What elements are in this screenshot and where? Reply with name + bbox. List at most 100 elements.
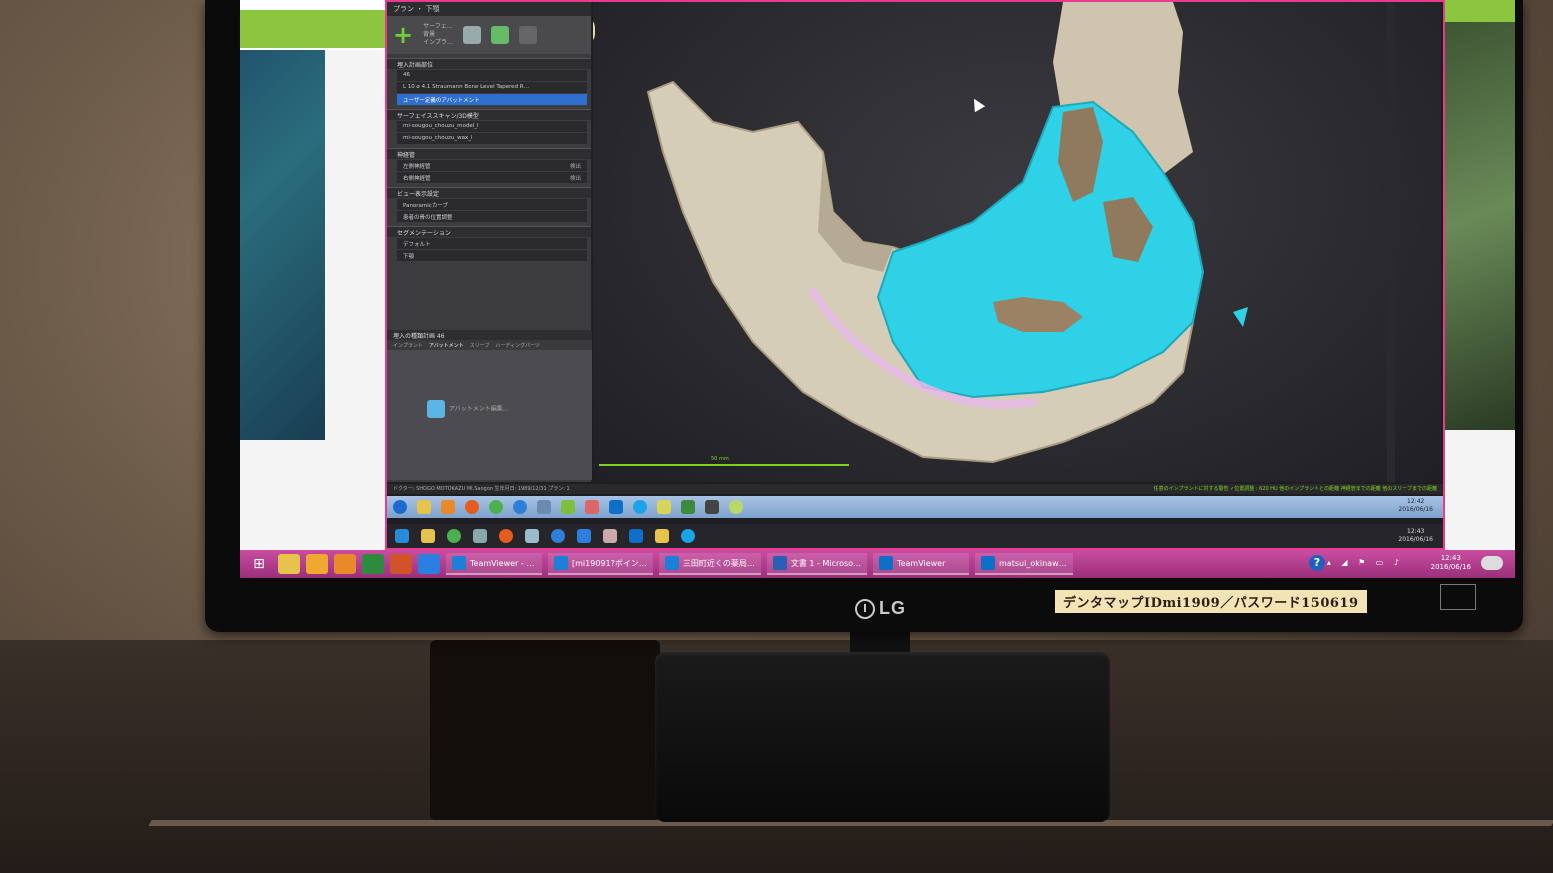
tab-sleeve[interactable]: スリーブ [470, 342, 490, 349]
teamviewer-clock[interactable]: 12:43 2016/06/16 [1398, 528, 1433, 544]
tree-item-model[interactable]: mi-sougou_chouzu_model_l [397, 121, 587, 132]
dropbox-icon[interactable] [577, 529, 591, 543]
detect-button[interactable]: 検出 [570, 162, 581, 170]
tree-item-implant[interactable]: L 10 ⌀ 4.1 Straumann Bone Level Tapered … [397, 82, 587, 93]
dropbox-icon[interactable] [418, 554, 440, 574]
plan-toolbar: + サーフェ… 背景 インプラ… [387, 16, 591, 54]
remote-windows-taskbar: 12:42 2016/06/16 [387, 496, 1443, 518]
scale-bar [599, 464, 849, 466]
section-header-view[interactable]: ビュー表示設定 [387, 187, 591, 198]
firefox-icon[interactable] [499, 529, 513, 543]
skype-icon[interactable] [633, 500, 647, 514]
close-icon[interactable] [518, 26, 537, 44]
desktop-wallpaper-right [1445, 0, 1515, 430]
windows-start-icon[interactable]: ⊞ [246, 554, 272, 574]
tree-item-bone-position[interactable]: 患者の骨の位置調整 [397, 211, 587, 222]
teamviewer-icon[interactable] [629, 529, 643, 543]
chrome-icon[interactable] [447, 529, 461, 543]
section-header-nerve[interactable]: 神経管 [387, 148, 591, 159]
folder-icon[interactable] [421, 529, 435, 543]
tree-item-left-nerve[interactable]: 左側神経管 検出 [397, 160, 587, 171]
plan-tree-panel: プラン ・ 下顎 + サーフェ… 背景 インプラ… 埋入計画部位 46 L 10… [387, 2, 592, 482]
section-header-surface-scan[interactable]: サーフェイススキャン/3D模型 [387, 109, 591, 120]
section-header-implant[interactable]: 埋入計画部位 [387, 58, 591, 69]
tab-hardware[interactable]: ハーディングパーツ [495, 342, 540, 349]
3d-viewport[interactable]: 50 mm [593, 2, 1441, 482]
taskbar-item-teamviewer-ie[interactable]: TeamViewer - … [446, 553, 542, 575]
vertical-scrollbar[interactable] [1387, 2, 1395, 482]
app-icon[interactable] [473, 529, 487, 543]
check-icon[interactable] [490, 26, 509, 44]
taskbar-item-mi19091[interactable]: [mi19091?ボイン… [548, 553, 653, 575]
monitor-stand-base [655, 652, 1110, 822]
file-explorer-icon[interactable] [278, 554, 300, 574]
app-icon[interactable] [705, 500, 719, 514]
monitor-bezel: LG デンタマップIDmi1909／パスワード150619 [205, 580, 1523, 632]
tab-implant[interactable]: インプラント [393, 342, 423, 349]
media-player-icon[interactable] [334, 554, 356, 574]
app-icon[interactable] [585, 500, 599, 514]
app-icon[interactable] [681, 500, 695, 514]
ie-icon [452, 556, 466, 570]
abutment-icon [427, 400, 445, 418]
app-icon[interactable] [729, 500, 743, 514]
tree-item-tooth-46[interactable]: 46 [397, 70, 587, 81]
tree-item-mandible[interactable]: 下顎 [397, 250, 587, 261]
tree-item-wax[interactable]: mi-sougou_chouzu_wax_l [397, 133, 587, 144]
media-icon[interactable] [441, 500, 455, 514]
excel-icon[interactable] [362, 554, 384, 574]
browser-icon[interactable] [551, 529, 565, 543]
teamviewer-remote-window[interactable]: プラン ・ 下顎 + サーフェ… 背景 インプラ… 埋入計画部位 46 L 10… [385, 0, 1445, 550]
help-icon[interactable]: ? [1309, 555, 1325, 571]
teamviewer-taskbar: 12:43 2016/06/16 [387, 524, 1443, 548]
teamviewer-icon[interactable] [609, 500, 623, 514]
folder-icon[interactable] [655, 529, 669, 543]
trash-icon[interactable] [462, 26, 481, 44]
taskbar-item-teamviewer[interactable]: TeamViewer [873, 553, 970, 575]
monitor: プラン ・ 下顎 + サーフェ… 背景 インプラ… 埋入計画部位 46 L 10… [205, 0, 1523, 632]
taskbar-item-word[interactable]: 文書 1 - Microso… [766, 553, 868, 575]
lg-logo-icon [855, 599, 875, 620]
implant-type-title: 埋入の種類計画 46 [387, 330, 592, 340]
start-orb-icon[interactable] [393, 500, 407, 514]
plan-sections: 埋入計画部位 46 L 10 ⌀ 4.1 Straumann Bone Leve… [387, 58, 591, 261]
plan-header: プラン ・ 下顎 [387, 2, 591, 16]
folder-icon[interactable] [417, 500, 431, 514]
app-icon[interactable] [306, 554, 328, 574]
add-plus-icon[interactable]: + [393, 21, 413, 49]
tool-menu-text[interactable]: サーフェ… 背景 インプラ… [423, 23, 453, 47]
edit-abutment-button[interactable]: アバットメント編集… [427, 400, 509, 418]
browser-icon[interactable] [513, 500, 527, 514]
powerpoint-icon[interactable] [390, 554, 412, 574]
ie-icon [664, 556, 679, 570]
detect-button[interactable]: 検出 [570, 174, 581, 182]
desktop-green-bar-right [1445, 0, 1515, 22]
tree-item-right-nerve[interactable]: 右側神経管 検出 [397, 172, 587, 183]
screen: プラン ・ 下顎 + サーフェ… 背景 インプラ… 埋入計画部位 46 L 10… [240, 0, 1515, 578]
energy-star-icon [1440, 584, 1476, 610]
app-icon[interactable] [561, 500, 575, 514]
chrome-icon[interactable] [489, 500, 503, 514]
scale-bar-label: 50 mm [711, 456, 729, 462]
weather-cloud-icon[interactable] [1481, 556, 1503, 570]
app-icon[interactable] [537, 500, 551, 514]
implant-type-tabs: インプラント アバットメント スリーブ ハーディングパーツ [387, 340, 592, 350]
windows-start-icon[interactable] [395, 529, 409, 543]
remote-desktop: プラン ・ 下顎 + サーフェ… 背景 インプラ… 埋入計画部位 46 L 10… [387, 2, 1443, 548]
section-header-segmentation[interactable]: セグメンテーション [387, 226, 591, 237]
tree-item-panoramic[interactable]: Panoramicカーブ [397, 199, 587, 210]
taskbar-item-pharmacy[interactable]: 三田町近くの薬局… [658, 553, 761, 575]
app-icon[interactable] [657, 500, 671, 514]
tab-abutment[interactable]: アバットメント [429, 342, 464, 349]
firefox-icon[interactable] [465, 500, 479, 514]
tree-item-default[interactable]: デフォルト [397, 238, 587, 249]
lg-logo: LG [855, 598, 906, 620]
app-icon[interactable] [525, 529, 539, 543]
tree-item-abutment[interactable]: ユーザー定義のアバットメント [397, 94, 587, 105]
skype-icon[interactable] [681, 529, 695, 543]
app-icon[interactable] [603, 529, 617, 543]
system-tray-icons[interactable]: ▴ ◢ ⚑ ▭ ♪ [1327, 558, 1403, 567]
remote-clock[interactable]: 12:42 2016/06/16 [1398, 498, 1433, 514]
host-clock[interactable]: 12:43 2016/06/16 [1431, 554, 1471, 572]
taskbar-item-matsui[interactable]: matsui_okinaw… [975, 553, 1073, 575]
